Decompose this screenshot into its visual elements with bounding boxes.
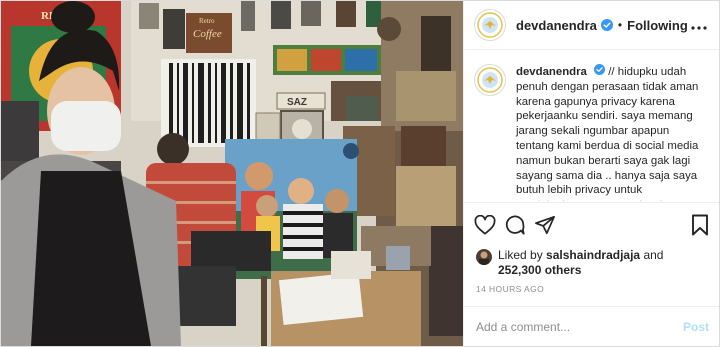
likes-row: Liked by salshaindradjaja and 252,300 ot…	[464, 246, 719, 278]
verified-badge-icon	[594, 64, 606, 75]
instagram-post: RETRO Coffee Retro	[0, 0, 720, 347]
caption: devdanendra // hidupku udah penuh dengan…	[516, 64, 707, 202]
caption-area: devdanendra // hidupku udah penuh dengan…	[464, 50, 719, 202]
more-options-icon[interactable]	[691, 17, 707, 34]
avatar-logo-icon	[477, 12, 503, 38]
liked-by-user[interactable]: salshaindradjaja	[546, 248, 640, 262]
liked-by-prefix: Liked by	[498, 248, 543, 262]
liker-avatar[interactable]	[476, 249, 492, 265]
post-comment-button[interactable]: Post	[683, 320, 709, 334]
retro-small-sign-text: Retro	[199, 17, 215, 25]
likes-count[interactable]: 252,300 others	[498, 263, 581, 277]
comment-input[interactable]	[476, 319, 683, 334]
share-icon[interactable]	[534, 212, 564, 238]
comment-icon[interactable]	[504, 212, 534, 238]
comment-box: Post	[464, 306, 719, 346]
avatar-logo-icon	[477, 67, 503, 93]
following-button[interactable]: Following	[627, 18, 688, 33]
action-bar	[464, 202, 719, 246]
verified-badge-icon	[600, 19, 613, 31]
post-side-panel: devdanendra • Following devdanendra // h…	[463, 1, 719, 346]
post-photo[interactable]: RETRO Coffee Retro	[1, 1, 463, 346]
caption-avatar[interactable]	[474, 64, 506, 96]
post-timestamp[interactable]: 14 HOURS AGO	[464, 278, 719, 294]
header-username[interactable]: devdanendra	[516, 18, 597, 33]
heart-icon[interactable]	[474, 212, 504, 238]
likes-text: Liked by salshaindradjaja and 252,300 ot…	[498, 248, 663, 278]
caption-fade	[464, 194, 719, 202]
post-header: devdanendra • Following	[464, 1, 719, 50]
header-separator: •	[617, 18, 623, 32]
bookmark-icon[interactable]	[679, 212, 709, 238]
caption-username[interactable]: devdanendra	[516, 66, 587, 78]
coffee-sign-text: Coffee	[193, 28, 222, 40]
liked-by-conjunction: and	[643, 248, 664, 262]
saz-sign-text: SAZ	[287, 97, 307, 108]
header-avatar[interactable]	[474, 9, 506, 41]
caption-text: // hidupku udah penuh dengan perasaan ti…	[516, 66, 699, 202]
